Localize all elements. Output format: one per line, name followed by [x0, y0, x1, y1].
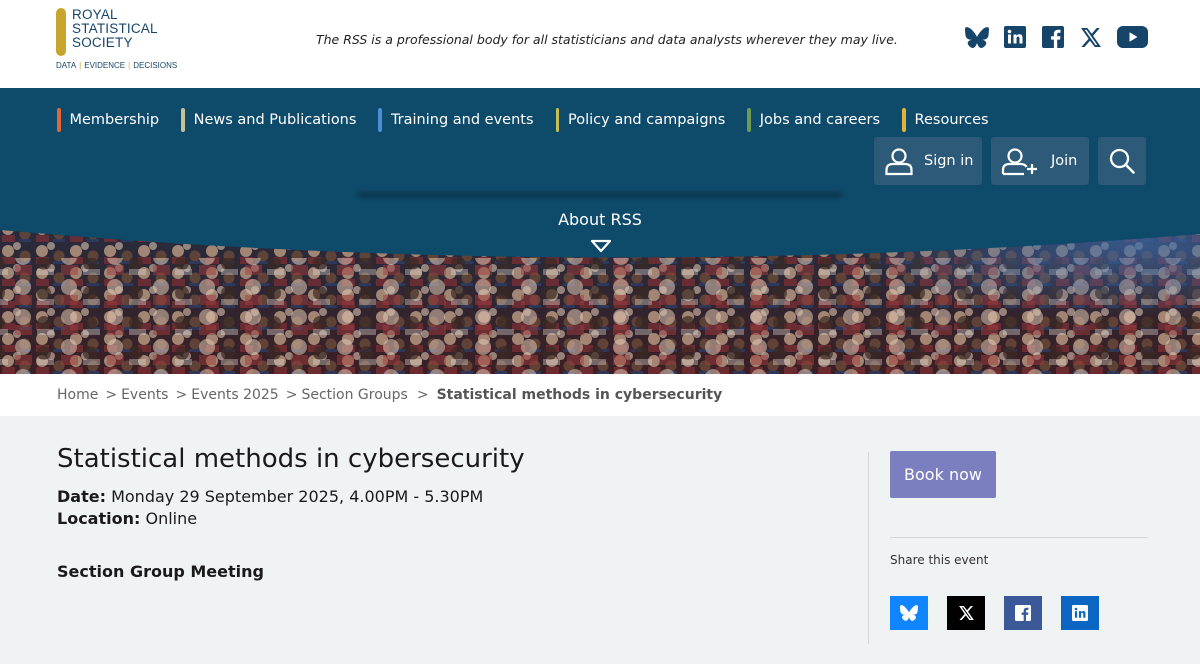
x-icon[interactable] [1080, 24, 1102, 50]
logo-tagline: DATA | EVIDENCE | DECISIONS [56, 61, 178, 70]
logo-tag-evidence: EVIDENCE [84, 61, 126, 70]
page-title: Statistical methods in cybersecurity [57, 444, 525, 474]
facebook-icon [1015, 605, 1031, 621]
breadcrumb-separator: > [175, 387, 188, 403]
logo-line-2: STATISTICAL [72, 21, 158, 36]
logo-tag-data: DATA [56, 61, 77, 70]
nav-news-and-publications[interactable]: News and Publications [181, 108, 356, 132]
share-bluesky-button[interactable] [890, 596, 928, 630]
nav-resources[interactable]: Resources [902, 108, 989, 132]
x-icon [958, 606, 974, 620]
event-location: Location: Online [57, 509, 197, 528]
nav-policy-and-campaigns[interactable]: Policy and campaigns [555, 108, 726, 132]
search-button[interactable] [1098, 137, 1146, 185]
event-date-value: Monday 29 September 2025, 4.00PM - 5.30P… [111, 487, 484, 506]
nav-accent-bar [378, 108, 382, 132]
search-icon [1109, 148, 1135, 174]
about-rss-label: About RSS [558, 210, 642, 229]
nav-accent-bar [555, 108, 560, 132]
logo-mark [56, 8, 66, 56]
nav-label: News and Publications [193, 112, 357, 128]
breadcrumb-section-groups[interactable]: Section Groups [301, 387, 407, 403]
logo-line-1: ROYAL [72, 7, 118, 22]
sign-in-button[interactable]: Sign in [874, 137, 982, 185]
hero-navigation: Membership News and Publications Trainin… [0, 88, 1200, 374]
breadcrumb-separator: > [285, 387, 298, 403]
linkedin-icon[interactable] [1003, 24, 1027, 50]
about-shadow [358, 192, 842, 198]
about-rss-toggle[interactable]: About RSS [0, 210, 1200, 229]
nav-accent-bar [181, 108, 185, 132]
logo-line-3: SOCIETY [72, 35, 133, 50]
event-date: Date: Monday 29 September 2025, 4.00PM -… [57, 487, 483, 506]
share-facebook-button[interactable] [1004, 596, 1042, 630]
join-label: Join [1051, 153, 1078, 169]
nav-jobs-and-careers[interactable]: Jobs and careers [747, 108, 880, 132]
nav-label: Jobs and careers [759, 112, 881, 128]
nav-accent-bar [57, 108, 61, 132]
nav-accent-bar [747, 108, 751, 132]
breadcrumb-separator: > [416, 387, 429, 403]
breadcrumb: Home > Events > Events 2025 > Section Gr… [0, 374, 1200, 416]
event-location-value: Online [145, 509, 198, 528]
site-header: ROYAL STATISTICAL SOCIETY DATA | EVIDENCE |… [0, 0, 1200, 88]
sidebar-divider [890, 537, 1148, 538]
rss-logo[interactable]: ROYAL STATISTICAL SOCIETY DATA | EVIDENCE |… [56, 8, 186, 74]
nav-accent-bar [902, 108, 906, 132]
breadcrumb-events[interactable]: Events [121, 387, 168, 403]
facebook-icon[interactable] [1041, 24, 1065, 50]
content-divider [868, 452, 869, 644]
add-user-icon [1001, 146, 1039, 176]
nav-label: Training and events [390, 112, 534, 128]
breadcrumb-events-2025[interactable]: Events 2025 [191, 387, 278, 403]
book-now-button[interactable]: Book now [890, 451, 996, 498]
breadcrumb-separator: > [105, 387, 118, 403]
breadcrumb-current: Statistical methods in cybersecurity [436, 387, 723, 403]
site-tagline: The RSS is a professional body for all s… [316, 32, 898, 47]
nav-label: Resources [914, 112, 989, 128]
share-label: Share this event [890, 553, 989, 567]
nav-training-and-events[interactable]: Training and events [378, 108, 534, 132]
logo-wordmark: ROYAL STATISTICAL SOCIETY [72, 8, 158, 50]
nav-label: Policy and campaigns [568, 112, 726, 128]
user-icon [884, 146, 914, 176]
join-button[interactable]: Join [991, 137, 1089, 185]
main-nav: Membership News and Publications Trainin… [57, 108, 1011, 132]
linkedin-icon [1072, 605, 1088, 621]
bluesky-icon [900, 605, 918, 621]
share-linkedin-button[interactable] [1061, 596, 1099, 630]
breadcrumb-home[interactable]: Home [57, 387, 98, 403]
event-type: Section Group Meeting [57, 562, 264, 581]
youtube-icon[interactable] [1116, 24, 1148, 50]
nav-label: Membership [69, 112, 160, 128]
nav-membership[interactable]: Membership [57, 108, 159, 132]
event-location-label: Location: [57, 509, 141, 528]
share-x-button[interactable] [947, 596, 985, 630]
sign-in-label: Sign in [924, 153, 974, 169]
logo-tag-decisions: DECISIONS [133, 61, 178, 70]
event-date-label: Date: [57, 487, 106, 506]
chevron-down-icon[interactable] [590, 238, 612, 257]
bluesky-icon[interactable] [964, 24, 990, 50]
